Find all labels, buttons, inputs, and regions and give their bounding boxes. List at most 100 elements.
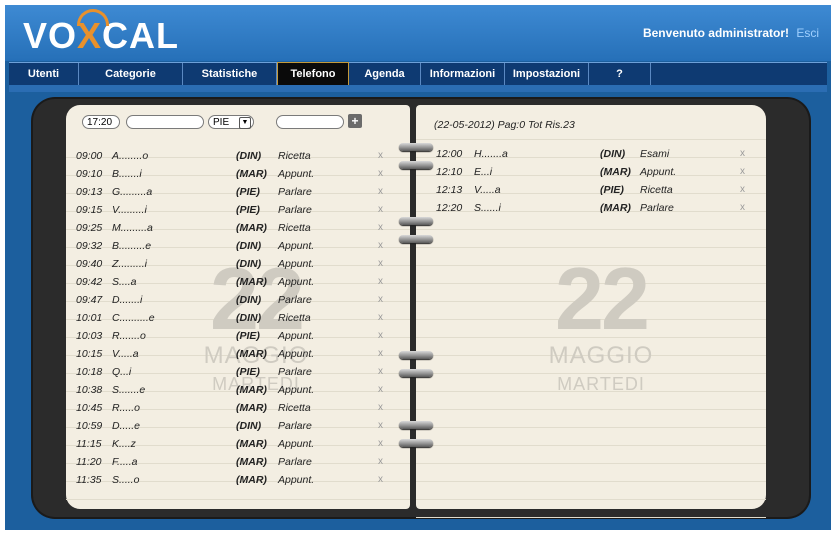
delete-icon[interactable]: x <box>378 291 383 309</box>
tab-help[interactable]: ? <box>589 63 651 85</box>
tab-utenti[interactable]: Utenti <box>9 63 79 85</box>
agenda-entry[interactable]: 10:45 R.....o (MAR) Ricetta x <box>66 399 410 417</box>
entry-time: 09:42 <box>76 276 103 288</box>
delete-icon[interactable]: x <box>740 145 745 163</box>
logout-link[interactable]: Esci <box>796 26 819 40</box>
entry-name: B.........e <box>112 240 152 252</box>
entry-type: Parlare <box>640 202 674 214</box>
agenda-entry[interactable]: 10:18 Q...i (PIE) Parlare x <box>66 363 410 381</box>
delete-icon[interactable]: x <box>378 453 383 471</box>
entry-location: (DIN) <box>236 420 262 432</box>
entry-name: V.....a <box>474 184 501 196</box>
delete-icon[interactable]: x <box>378 237 383 255</box>
entry-time: 10:38 <box>76 384 103 396</box>
entry-time: 11:20 <box>76 456 102 468</box>
location-select[interactable]: PIE ▼ <box>208 115 254 129</box>
entry-location: (MAR) <box>236 402 267 414</box>
tab-telefono[interactable]: Telefono <box>277 62 349 86</box>
delete-icon[interactable]: x <box>378 363 383 381</box>
entry-time: 12:13 <box>436 184 463 196</box>
delete-icon[interactable]: x <box>378 435 383 453</box>
big-month-right: MAGGIO <box>548 342 654 369</box>
entry-location: (MAR) <box>236 384 267 396</box>
entry-type: Parlare <box>278 456 312 468</box>
delete-icon[interactable]: x <box>378 417 383 435</box>
agenda-entry[interactable]: 10:15 V.....a (MAR) Appunt. x <box>66 345 410 363</box>
entry-name: C..........e <box>112 312 155 324</box>
delete-icon[interactable]: x <box>378 381 383 399</box>
agenda-entry[interactable]: 12:10 E...i (MAR) Appunt. x <box>416 163 766 181</box>
delete-icon[interactable]: x <box>378 327 383 345</box>
delete-icon[interactable]: x <box>378 399 383 417</box>
delete-icon[interactable]: x <box>378 309 383 327</box>
tab-categorie[interactable]: Categorie <box>79 63 183 85</box>
entry-name: E...i <box>474 166 493 178</box>
agenda-entry[interactable]: 12:13 V.....a (PIE) Ricetta x <box>416 181 766 199</box>
entry-name: V.....a <box>112 348 139 360</box>
agenda-entry[interactable]: 11:15 K....z (MAR) Appunt. x <box>66 435 410 453</box>
entry-name: G.........a <box>112 186 153 198</box>
delete-icon[interactable]: x <box>378 219 383 237</box>
entry-location: (MAR) <box>236 474 267 486</box>
entry-location: (MAR) <box>236 168 267 180</box>
entry-time: 09:47 <box>76 294 103 306</box>
entry-type: Appunt. <box>278 384 315 396</box>
entry-time: 11:15 <box>76 438 102 450</box>
note-input[interactable] <box>276 115 344 129</box>
agenda-entry[interactable]: 09:13 G.........a (PIE) Parlare x <box>66 183 410 201</box>
agenda-entry[interactable]: 09:32 B.........e (DIN) Appunt. x <box>66 237 410 255</box>
agenda-entry[interactable]: 10:38 S.......e (MAR) Appunt. x <box>66 381 410 399</box>
tab-statistiche[interactable]: Statistiche <box>183 63 277 85</box>
delete-icon[interactable]: x <box>378 345 383 363</box>
tab-impostazioni[interactable]: Impostazioni <box>505 63 589 85</box>
delete-icon[interactable]: x <box>378 183 383 201</box>
entry-name: R.......o <box>112 330 146 342</box>
entry-type: Ricetta <box>278 222 311 234</box>
entry-time: 10:15 <box>76 348 103 360</box>
plus-icon[interactable]: + <box>348 114 362 128</box>
agenda-entry[interactable]: 09:25 M.........a (MAR) Ricetta x <box>66 219 410 237</box>
delete-icon[interactable]: x <box>740 181 745 199</box>
agenda-entry[interactable]: 12:20 S......i (MAR) Parlare x <box>416 199 766 217</box>
delete-icon[interactable]: x <box>740 163 745 181</box>
binder-ring-icon <box>399 421 433 429</box>
entry-type: Parlare <box>278 204 312 216</box>
agenda-entry[interactable]: 09:40 Z.........i (DIN) Appunt. x <box>66 255 410 273</box>
agenda-entry[interactable]: 09:42 S....a (MAR) Appunt. x <box>66 273 410 291</box>
entry-name: S....a <box>112 276 137 288</box>
ruled-line <box>416 409 766 410</box>
delete-icon[interactable]: x <box>740 199 745 217</box>
delete-icon[interactable]: x <box>378 147 383 165</box>
agenda-entry[interactable]: 09:15 V.........i (PIE) Parlare x <box>66 201 410 219</box>
agenda-entry[interactable]: 11:35 S.....o (MAR) Appunt. x <box>66 471 410 489</box>
ruled-line <box>416 445 766 446</box>
ruled-line <box>416 139 766 140</box>
agenda-entry[interactable]: 10:59 D.....e (DIN) Parlare x <box>66 417 410 435</box>
page-info: (22-05-2012) Pag:0 Tot Ris.23 <box>434 119 575 131</box>
agenda-entry[interactable]: 12:00 H.......a (DIN) Esami x <box>416 145 766 163</box>
agenda-entry[interactable]: 10:03 R.......o (PIE) Appunt. x <box>66 327 410 345</box>
name-input[interactable] <box>126 115 204 129</box>
voxcal-logo: VOXCAL <box>23 9 178 57</box>
delete-icon[interactable]: x <box>378 165 383 183</box>
entry-time: 10:59 <box>76 420 103 432</box>
agenda-entry[interactable]: 09:10 B.......i (MAR) Appunt. x <box>66 165 410 183</box>
location-select-value: PIE <box>213 117 230 128</box>
agenda-entry[interactable]: 11:20 F.....a (MAR) Parlare x <box>66 453 410 471</box>
entry-type: Ricetta <box>278 312 311 324</box>
tab-agenda[interactable]: Agenda <box>349 63 421 85</box>
entry-location: (MAR) <box>236 438 267 450</box>
tab-informazioni[interactable]: Informazioni <box>421 63 505 85</box>
delete-icon[interactable]: x <box>378 273 383 291</box>
time-input[interactable]: 17:20 <box>82 115 120 129</box>
entry-location: (DIN) <box>236 294 262 306</box>
delete-icon[interactable]: x <box>378 201 383 219</box>
signal-arc-icon <box>77 9 109 26</box>
delete-icon[interactable]: x <box>378 471 383 489</box>
entry-location: (MAR) <box>236 222 267 234</box>
agenda-entry[interactable]: 09:00 A........o (DIN) Ricetta x <box>66 147 410 165</box>
entry-type: Appunt. <box>278 330 315 342</box>
agenda-entry[interactable]: 09:47 D.......i (DIN) Parlare x <box>66 291 410 309</box>
agenda-entry[interactable]: 10:01 C..........e (DIN) Ricetta x <box>66 309 410 327</box>
delete-icon[interactable]: x <box>378 255 383 273</box>
